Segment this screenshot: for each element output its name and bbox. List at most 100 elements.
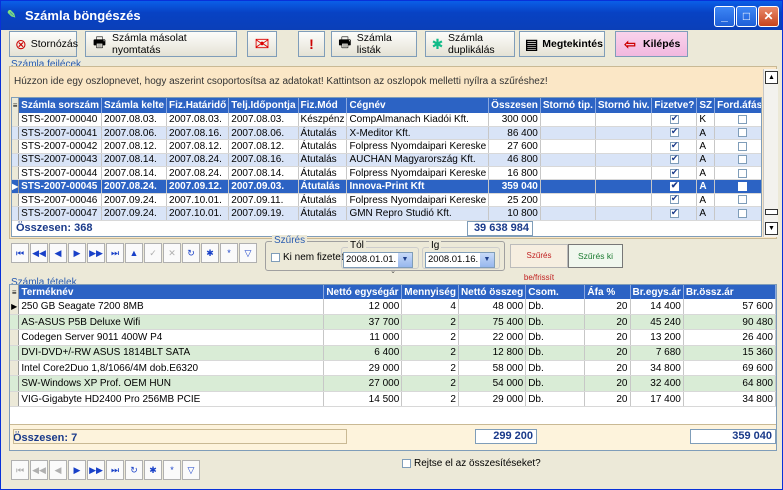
title-bar: ✎ Számla böngészés _ □ ✕ — [1, 1, 782, 30]
table-row[interactable]: STS-2007-00044 2007.08.14. 2007.08.24. 2007… — [12, 166, 761, 181]
cell-checkbox[interactable] — [669, 180, 679, 191]
column-header[interactable]: Áfa % — [584, 285, 631, 299]
view-button[interactable]: ▤ Megtekintés — [519, 31, 605, 57]
column-header[interactable]: Br.egys.ár — [630, 285, 684, 299]
prev-record-icon[interactable]: ◀ — [49, 243, 67, 263]
cell-checkbox[interactable] — [738, 114, 748, 124]
email-button[interactable]: ✉ — [247, 31, 277, 57]
table-row[interactable]: STS-2007-00042 2007.08.12. 2007.08.12. 2007… — [12, 139, 761, 154]
filter-icon[interactable]: ▽ — [182, 460, 200, 480]
next-record-icon[interactable]: ▶ — [68, 460, 86, 480]
column-header[interactable]: Cégnév — [346, 98, 490, 113]
column-header[interactable]: Nettó egységár — [323, 285, 403, 299]
prev-record-icon[interactable]: ◀ — [49, 460, 67, 480]
column-header[interactable]: Nettó összeg — [458, 285, 527, 299]
scroll-thumb[interactable] — [765, 209, 778, 215]
minimize-button[interactable]: _ — [714, 6, 735, 27]
unpaid-checkbox[interactable] — [271, 253, 280, 262]
column-header[interactable]: Összesen — [488, 98, 541, 113]
table-row[interactable]: DVI-DVD+/-RW ASUS 1814BLT SATA 6 400 2 12 8… — [10, 345, 777, 362]
cell-checkbox[interactable] — [669, 113, 679, 124]
cell-checkbox[interactable] — [669, 167, 679, 178]
last-page-icon[interactable]: ⏭ — [106, 460, 124, 480]
goto-bookmark-icon[interactable]: * — [220, 243, 238, 263]
cell-checkbox[interactable] — [669, 207, 679, 218]
cell-checkbox[interactable] — [738, 168, 748, 178]
exit-button[interactable]: ⇦ Kilépés — [615, 31, 688, 57]
cancel-icon[interactable]: ✕ — [163, 243, 181, 263]
column-header[interactable]: Br.össz.ár — [683, 285, 777, 299]
from-date-dropdown[interactable]: 2008.01.01. ▼ — [343, 252, 413, 268]
table-row[interactable]: STS-2007-00040 2007.08.03. 2007.08.03. 2007… — [12, 113, 761, 127]
column-header[interactable]: Csom. — [525, 285, 586, 299]
duplicate-button[interactable]: ✱ Számla duplikálás — [425, 31, 515, 57]
filter-icon[interactable]: ▽ — [239, 243, 257, 263]
column-header[interactable]: Számla sorszám — [18, 98, 102, 113]
bookmark-icon[interactable]: ✱ — [144, 460, 162, 480]
prev-page-icon[interactable]: ◀◀ — [30, 460, 48, 480]
next-page-icon[interactable]: ▶▶ — [87, 243, 105, 263]
lists-button[interactable]: 🖶 Számla listák — [331, 31, 417, 57]
column-header[interactable]: Fiz.Mód — [298, 98, 348, 113]
cell-checkbox[interactable] — [738, 182, 748, 191]
next-page-icon[interactable]: ▶▶ — [87, 460, 105, 480]
storno-button[interactable]: ⊗ Stornózás — [9, 31, 78, 57]
column-header[interactable]: Fiz.Határidő — [166, 98, 230, 113]
column-header[interactable]: Stornó tip. — [540, 98, 596, 113]
table-cell: 75 400 — [458, 314, 527, 331]
table-row[interactable]: 250 GB Seagate 7200 8MB12 000448 000Db.2… — [10, 299, 777, 315]
insert-record-icon[interactable]: ▲ — [125, 243, 143, 263]
column-header[interactable]: Fizetve? — [651, 98, 698, 113]
table-row[interactable]: STS-2007-00043 2007.08.14. 2007.08.24. 2007… — [12, 153, 761, 168]
first-page-icon[interactable]: ⏮ — [11, 243, 29, 263]
bookmark-icon[interactable]: ✱ — [201, 243, 219, 263]
invoice-scrollbar[interactable]: ▲ ▼ — [763, 69, 778, 237]
column-header[interactable]: Számla kelte — [101, 98, 168, 113]
cell-checkbox[interactable] — [669, 126, 679, 138]
maximize-button[interactable]: □ — [736, 6, 757, 27]
column-header[interactable]: Terméknév — [18, 285, 325, 299]
hide-totals-checkbox[interactable] — [402, 459, 411, 468]
column-header[interactable]: Stornó hiv. — [595, 98, 653, 113]
table-cell: 2007.09.12. — [166, 179, 230, 194]
table-row[interactable]: Intel Core2Duo 1,8/1066/4M dob.E6320 29 0… — [10, 360, 777, 377]
column-header[interactable]: Ford.áfás? — [714, 98, 761, 113]
refresh-icon[interactable]: ↻ — [182, 243, 200, 263]
print-copy-button[interactable]: 🖶 Számla másolat nyomtatás — [85, 31, 237, 57]
column-header[interactable]: Mennyiség — [401, 285, 459, 299]
cell-checkbox[interactable] — [669, 153, 679, 165]
confirm-icon[interactable]: ✓ — [144, 243, 162, 263]
table-cell: 2007.08.06. — [228, 126, 299, 141]
splitter-chevron-icon[interactable]: ⌄ — [385, 268, 401, 275]
cell-checkbox[interactable] — [738, 155, 748, 165]
table-row[interactable]: STS-2007-00046 2007.09.24. 2007.10.01. 2007… — [12, 193, 761, 208]
last-page-icon[interactable]: ⏭ — [106, 243, 124, 263]
cell-checkbox[interactable] — [669, 193, 679, 205]
goto-bookmark-icon[interactable]: * — [163, 460, 181, 480]
table-row[interactable]: VIG-Gigabyte HD2400 Pro 256MB PCIE 14 500… — [10, 391, 777, 408]
table-row[interactable]: ▶ STS-2007-00045 2007.08.24. 2007.09.12. 200… — [12, 179, 761, 194]
prev-page-icon[interactable]: ◀◀ — [30, 243, 48, 263]
refresh-icon[interactable]: ↻ — [125, 460, 143, 480]
first-page-icon[interactable]: ⏮ — [11, 460, 29, 480]
table-row[interactable]: STS-2007-00041 2007.08.06. 2007.08.16. 2007… — [12, 126, 761, 141]
close-button[interactable]: ✕ — [758, 6, 779, 27]
next-record-icon[interactable]: ▶ — [68, 243, 86, 263]
table-row[interactable]: STS-2007-00047 2007.09.24. 2007.10.01. 2007… — [12, 206, 761, 221]
cell-checkbox[interactable] — [738, 195, 748, 205]
column-header[interactable]: Telj.Időpontja — [228, 98, 299, 113]
filter-off-button[interactable]: Szűrés ki — [568, 244, 623, 268]
scroll-down-icon[interactable]: ▼ — [765, 222, 778, 235]
cell-checkbox[interactable] — [738, 208, 748, 218]
cell-checkbox[interactable] — [669, 140, 679, 151]
column-header[interactable]: SZ — [696, 98, 716, 113]
table-row[interactable]: SW-Windows XP Prof. OEM HUN 27 000 2 54 000… — [10, 375, 777, 392]
filter-refresh-button[interactable]: Szűrés be/frissít — [510, 244, 568, 282]
warning-button[interactable]: ! — [298, 31, 325, 57]
to-date-dropdown[interactable]: 2008.01.16. ▼ — [425, 252, 495, 268]
table-row[interactable]: AS-ASUS P5B Deluxe Wifi 37 700 2 75 400 Db. 2… — [10, 314, 777, 331]
scroll-up-icon[interactable]: ▲ — [765, 71, 778, 84]
cell-checkbox[interactable] — [738, 128, 748, 138]
table-row[interactable]: Codegen Server 9011 400W P4 11 000 2 22 000… — [10, 329, 777, 346]
cell-checkbox[interactable] — [738, 141, 748, 151]
